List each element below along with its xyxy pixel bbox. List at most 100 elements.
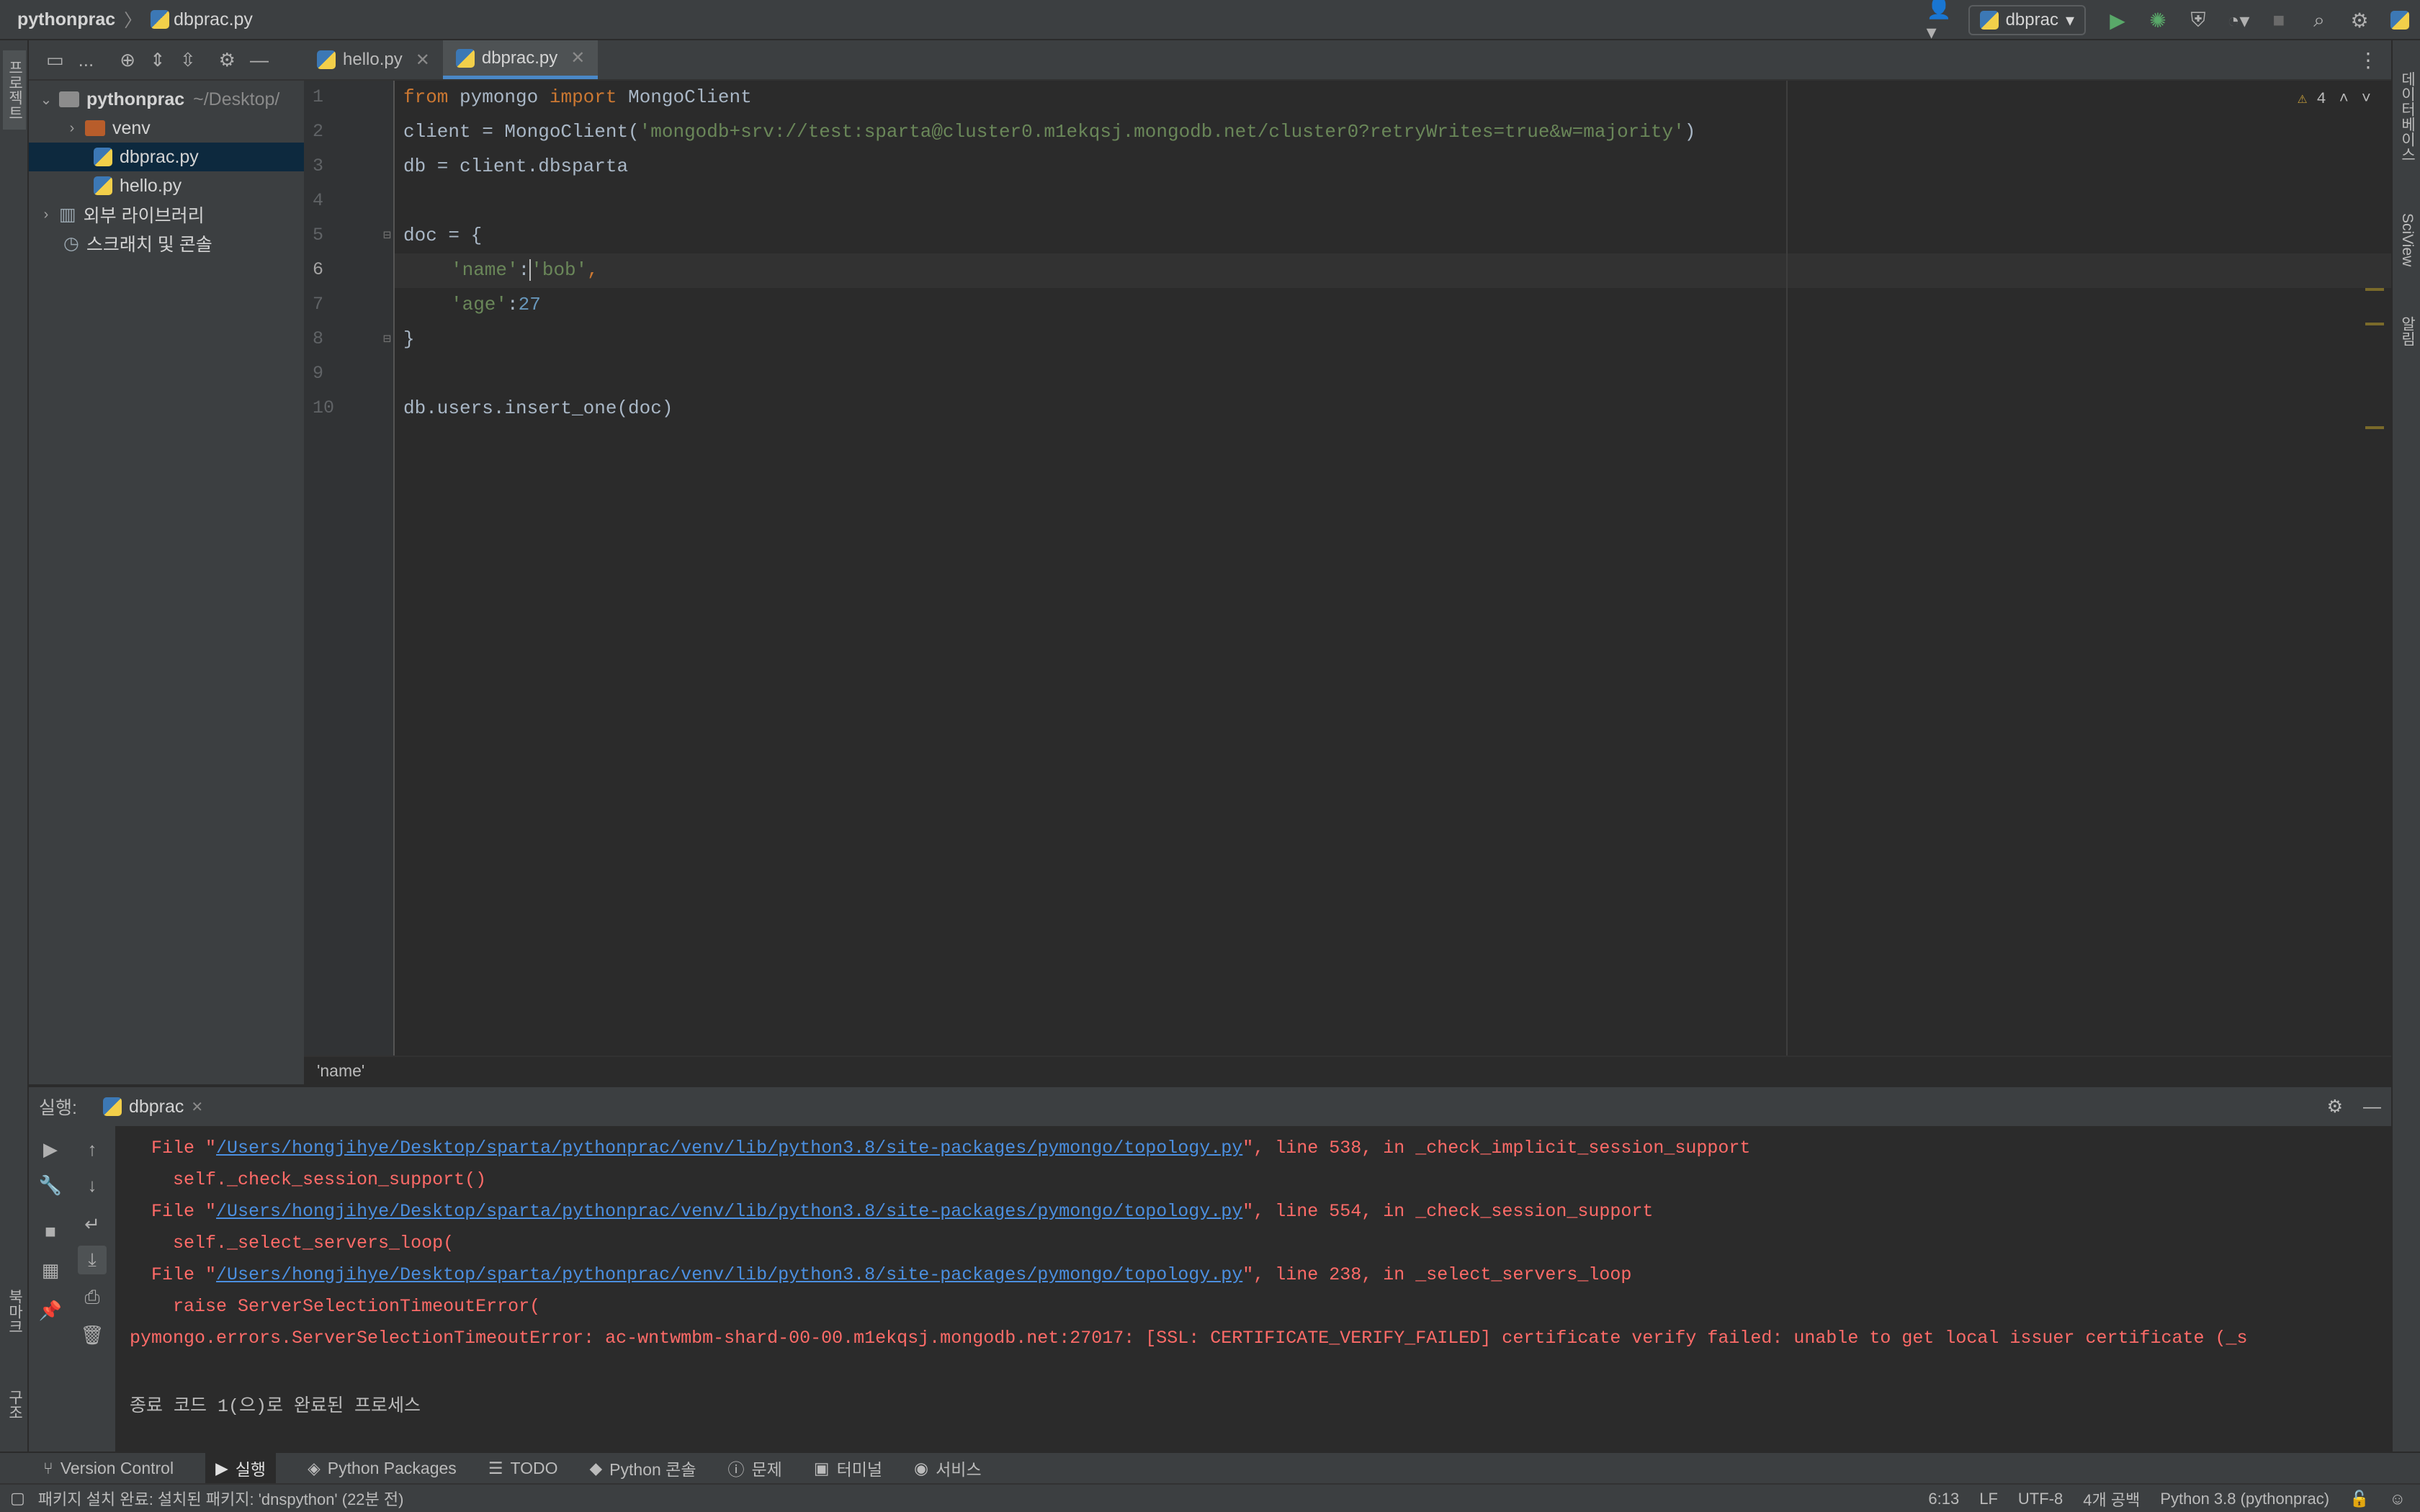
caret-position[interactable]: 6:13 — [1928, 1490, 1959, 1508]
run-tab-dbprac[interactable]: dbprac ✕ — [102, 1097, 203, 1117]
python-file-icon — [94, 176, 112, 195]
python-interpreter[interactable]: Python 3.8 (pythonprac) — [2160, 1490, 2329, 1508]
minimize-icon[interactable]: — — [2363, 1097, 2381, 1117]
structure-tool-button[interactable]: 구조 — [3, 1380, 26, 1430]
profile-icon[interactable]: ◔▾ — [2223, 4, 2254, 36]
pin-icon[interactable]: 📌 — [36, 1296, 65, 1325]
tab-dbprac-py[interactable]: dbprac.py ✕ — [442, 40, 599, 79]
stop-icon[interactable]: ■ — [36, 1217, 65, 1246]
error-stripe-mark[interactable] — [2365, 323, 2384, 325]
scroll-to-end-icon[interactable]: ⤓ — [78, 1246, 107, 1274]
run-config-selector[interactable]: dbprac ▾ — [1968, 5, 2086, 35]
error-stripe-mark[interactable] — [2365, 426, 2384, 429]
tab-menu-icon[interactable]: ⋮ — [2358, 40, 2391, 79]
project-tool-button[interactable]: 프로젝트 — [3, 50, 26, 130]
caret-line-highlight — [395, 253, 2391, 288]
lock-icon[interactable]: 🔓 — [2349, 1490, 2369, 1508]
toggle-tool-windows-icon[interactable]: ▢ — [10, 1489, 25, 1508]
notification-icon[interactable]: ☺ — [2390, 1490, 2406, 1508]
tree-item-hello[interactable]: hello.py — [29, 171, 304, 200]
tool-version-control[interactable]: ⑂ Version Control — [43, 1459, 174, 1478]
database-tool-button[interactable]: 데이터베이스 — [2396, 52, 2419, 181]
chevron-down-icon[interactable]: ⌄ — [37, 91, 55, 109]
soft-wrap-icon[interactable]: ↵ — [78, 1210, 107, 1238]
tree-root-pythonprac[interactable]: ⌄ pythonprac ~/Desktop/ — [29, 85, 304, 114]
trash-icon[interactable]: 🗑 — [78, 1320, 107, 1349]
gear-icon[interactable]: ⚙ — [2327, 1096, 2343, 1117]
stop-icon[interactable]: ■ — [2263, 4, 2295, 36]
bookmarks-tool-button[interactable]: 북마크 — [3, 1279, 26, 1344]
line-number: 7 — [313, 294, 324, 315]
tool-label: 서비스 — [936, 1460, 982, 1479]
tree-item-dbprac[interactable]: dbprac.py — [29, 143, 304, 171]
tool-python-console[interactable]: ◆ Python 콘솔 — [589, 1456, 696, 1480]
tree-item-label: venv — [112, 117, 151, 138]
close-icon[interactable]: ✕ — [191, 1098, 203, 1116]
line-separator[interactable]: LF — [1979, 1490, 1998, 1508]
jetbrains-logo-icon[interactable] — [2384, 4, 2416, 36]
gear-icon[interactable]: ⚙ — [219, 49, 236, 71]
editor-breadcrumb[interactable]: 'name' — [304, 1056, 2391, 1084]
locate-icon[interactable]: ⊕ — [120, 49, 135, 71]
print-icon[interactable]: ⎙ — [78, 1283, 107, 1312]
expand-all-icon[interactable]: ⇕ — [150, 49, 166, 71]
chevron-up-icon[interactable]: ˄ — [2339, 90, 2349, 108]
code-editor[interactable]: 1 2 3 4 5 6 7 8 9 10 ⊟ ⊟ from pymongo im… — [304, 81, 2391, 1056]
chevron-right-icon[interactable]: › — [37, 207, 55, 223]
status-message[interactable]: 패키지 설치 완료: 설치된 패키지: 'dnspython' (22분 전) — [38, 1487, 404, 1510]
tool-todo[interactable]: ☰ TODO — [488, 1459, 558, 1478]
wrench-icon[interactable]: 🔧 — [36, 1171, 65, 1200]
project-view-menu[interactable]: ... — [79, 49, 94, 71]
breadcrumb-separator: 〉 — [124, 11, 143, 31]
indent-setting[interactable]: 4개 공백 — [2083, 1488, 2140, 1511]
inspection-widget[interactable]: ⚠ 4 ˄ ˅ — [2298, 89, 2371, 109]
breadcrumb-item[interactable]: 'name' — [317, 1061, 364, 1081]
code-line-6: 'name':'bob', — [451, 259, 599, 281]
fold-open-icon[interactable]: ⊟ — [383, 228, 391, 243]
tool-run[interactable]: ▶ 실행 — [205, 1452, 277, 1485]
tool-label: Python 콘솔 — [609, 1460, 696, 1479]
search-icon[interactable]: ⌕ — [2303, 4, 2335, 36]
collapse-all-icon[interactable]: ⇳ — [180, 49, 196, 71]
tree-item-external-libraries[interactable]: › ▥ 외부 라이브러리 — [29, 200, 304, 229]
nav-file-name[interactable]: dbprac.py — [174, 9, 253, 30]
minimize-icon[interactable]: — — [250, 49, 269, 71]
tree-item-scratches[interactable]: ◷ 스크래치 및 콘솔 — [29, 229, 304, 258]
console-file-link[interactable]: /Users/hongjihye/Desktop/sparta/pythonpr… — [216, 1201, 1242, 1222]
status-widgets: 6:13 LF UTF-8 4개 공백 Python 3.8 (pythonpr… — [1928, 1485, 2406, 1512]
console-file-link[interactable]: /Users/hongjihye/Desktop/sparta/pythonpr… — [216, 1264, 1242, 1285]
run-icon[interactable]: ▶ — [2102, 4, 2133, 36]
run-console-output[interactable]: File "/Users/hongjihye/Desktop/sparta/py… — [115, 1126, 2391, 1452]
sciview-tool-button[interactable]: SciView — [2396, 193, 2419, 287]
layout-icon[interactable]: ▦ — [36, 1256, 65, 1284]
code-token: pymongo — [448, 86, 550, 108]
debug-bug-icon[interactable]: ✺ — [2142, 4, 2174, 36]
chevron-down-icon[interactable]: ˅ — [2362, 90, 2371, 108]
tool-terminal[interactable]: ▣ 터미널 — [814, 1456, 882, 1480]
tab-hello-py[interactable]: hello.py ✕ — [304, 40, 443, 79]
rerun-icon[interactable]: ▶ — [36, 1135, 65, 1164]
project-panel: ▭ ... ⊕ ⇕ ⇳ ⚙ — ⌄ pythonprac ~/Desktop/ … — [29, 40, 304, 1084]
tool-problems[interactable]: ⓘ 문제 — [728, 1456, 782, 1480]
project-view-icon[interactable]: ▭ — [46, 49, 64, 71]
file-encoding[interactable]: UTF-8 — [2018, 1490, 2063, 1508]
arrow-up-icon[interactable]: ↑ — [78, 1135, 107, 1164]
tool-services[interactable]: ◉ 서비스 — [914, 1456, 982, 1480]
error-stripe-mark[interactable] — [2365, 288, 2384, 291]
user-icon[interactable]: 👤▾ — [1927, 0, 1958, 43]
chevron-right-icon[interactable]: › — [63, 120, 81, 137]
nav-project-name[interactable]: pythonprac — [17, 9, 115, 30]
notifications-tool-button[interactable]: 알림 — [2396, 302, 2419, 360]
code-token: MongoClient — [617, 86, 752, 108]
close-icon[interactable]: ✕ — [416, 50, 430, 71]
close-icon[interactable]: ✕ — [570, 48, 585, 68]
tree-item-venv[interactable]: › venv — [29, 114, 304, 143]
arrow-down-icon[interactable]: ↓ — [78, 1171, 107, 1200]
console-file-link[interactable]: /Users/hongjihye/Desktop/sparta/pythonpr… — [216, 1138, 1242, 1158]
tool-python-packages[interactable]: ◈ Python Packages — [308, 1459, 457, 1478]
gear-icon[interactable]: ⚙ — [2344, 4, 2375, 36]
fold-close-icon[interactable]: ⊟ — [383, 331, 391, 347]
sciview-tool-label: SciView — [2399, 212, 2416, 267]
right-margin-guide — [1786, 81, 1788, 1056]
coverage-icon[interactable]: ⛨ — [2182, 4, 2214, 36]
